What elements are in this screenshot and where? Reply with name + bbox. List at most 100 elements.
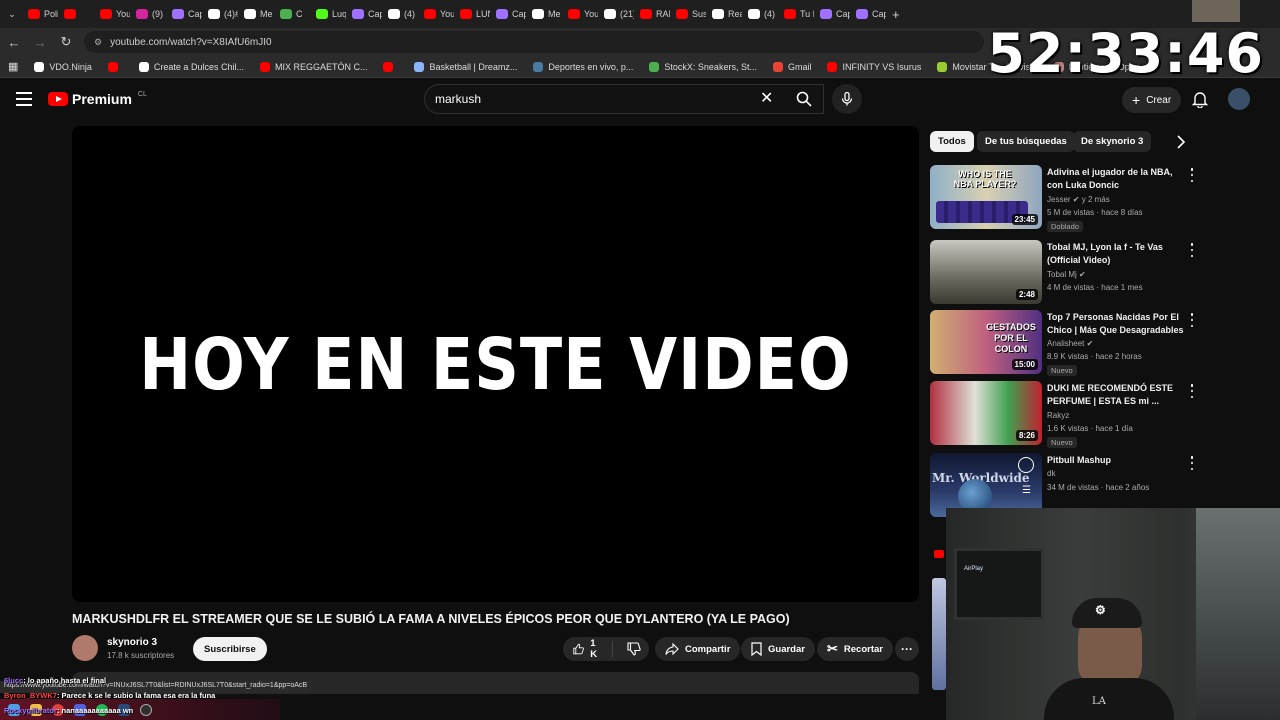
clear-search-icon[interactable]: ✕ xyxy=(760,88,773,108)
new-badge: Nuevo xyxy=(1047,437,1077,448)
more-options-icon[interactable] xyxy=(1188,313,1196,327)
browser-tab[interactable]: (9) I xyxy=(130,0,166,28)
watch-later-icon[interactable] xyxy=(1018,457,1034,473)
browser-tab[interactable]: C xyxy=(274,0,310,28)
bookmark-item[interactable] xyxy=(100,61,131,72)
site-info-icon[interactable]: ⚙ xyxy=(94,37,102,48)
youtube-premium-logo[interactable]: Premium CL xyxy=(48,91,147,107)
tab-favicon-icon xyxy=(676,9,688,19)
browser-tab[interactable]: Cap xyxy=(166,0,202,28)
notifications-bell-icon[interactable] xyxy=(1191,90,1209,113)
browser-tab[interactable]: LUN xyxy=(454,0,490,28)
channel-avatar[interactable] xyxy=(72,635,98,661)
create-button[interactable]: + Crear xyxy=(1122,87,1182,113)
more-options-icon[interactable] xyxy=(1188,168,1196,182)
recommendation-channel: Rakyz xyxy=(1047,411,1070,420)
hamburger-menu-icon[interactable] xyxy=(16,92,32,106)
forward-arrow-icon[interactable]: → xyxy=(28,30,52,54)
browser-tab[interactable]: (4) xyxy=(382,0,418,28)
browser-tab[interactable]: Sus xyxy=(670,0,706,28)
bookmark-item[interactable]: Gmail xyxy=(765,61,820,72)
browser-tab[interactable]: Cap xyxy=(346,0,382,28)
bookmark-item[interactable]: StockX: Sneakers, St... xyxy=(641,61,765,72)
thumbnail: 8:26 xyxy=(930,381,1042,445)
more-options-icon[interactable] xyxy=(1188,384,1196,398)
bookmark-item[interactable]: Deportes en vivo, p... xyxy=(525,61,641,72)
browser-tab[interactable] xyxy=(58,0,94,28)
browser-tab[interactable]: (4)# xyxy=(202,0,238,28)
new-tab-plus-icon[interactable]: + xyxy=(886,0,922,28)
search-button[interactable] xyxy=(786,84,822,114)
bookmark-favicon-icon xyxy=(827,61,838,72)
bookmark-item[interactable]: INFINITY VS Isurus xyxy=(819,61,929,72)
dislike-button[interactable] xyxy=(619,642,649,656)
browser-tab[interactable]: Cap xyxy=(490,0,526,28)
bookmark-label: StockX: Sneakers, St... xyxy=(664,61,757,72)
recommendation-item[interactable]: WHO IS THE NBA PLAYER? 23:45 Adivina el … xyxy=(930,165,1210,232)
recommendation-title: Top 7 Personas Nacidas Por El Chico | Má… xyxy=(1047,312,1184,335)
url-omnibox[interactable]: ⚙ youtube.com/watch?v=X8IAfU6mJI0 xyxy=(84,31,984,53)
browser-tab[interactable]: You xyxy=(94,0,130,28)
back-arrow-icon[interactable]: ← xyxy=(2,30,26,54)
save-button[interactable]: Guardar xyxy=(741,637,815,661)
tab-favicon-icon xyxy=(532,9,544,19)
thumbs-up-icon xyxy=(573,643,584,655)
shirt-text: LA xyxy=(1092,696,1106,707)
thumbnail: WHO IS THE NBA PLAYER? 23:45 xyxy=(930,165,1042,229)
recommendation-item[interactable]: 8:26 DUKI ME RECOMENDÓ ESTE PERFUME | ES… xyxy=(930,381,1210,448)
recommendation-channel: Tobal Mj ✔ xyxy=(1047,270,1086,279)
chip-from-searches[interactable]: De tus búsquedas xyxy=(977,131,1075,152)
share-button[interactable]: Compartir xyxy=(655,637,741,661)
tab-label: RAI xyxy=(656,9,670,19)
verified-icon: ✔ xyxy=(1072,195,1080,204)
tab-label: You xyxy=(584,9,598,19)
chips-next-chevron-icon[interactable] xyxy=(1176,135,1186,154)
browser-tab[interactable]: You xyxy=(418,0,454,28)
more-actions-button[interactable]: ··· xyxy=(895,637,919,661)
recommendation-channel: Jesser ✔ y 2 más xyxy=(1047,195,1110,204)
obs-icon[interactable] xyxy=(140,703,152,716)
like-button[interactable]: 1 K xyxy=(563,638,613,660)
channel-name[interactable]: skynorio 3 xyxy=(107,637,157,648)
bookmark-item[interactable] xyxy=(375,61,406,72)
browser-tab[interactable]: You xyxy=(562,0,598,28)
chip-all[interactable]: Todos xyxy=(930,131,974,152)
browser-tab[interactable]: Luq xyxy=(310,0,346,28)
bookmark-item[interactable]: Create a Dulces Chil... xyxy=(131,61,252,72)
browser-tab[interactable]: Me xyxy=(238,0,274,28)
save-label: Guardar xyxy=(768,643,805,655)
recommendation-title: Pitbull Mashup xyxy=(1047,455,1111,465)
browser-tab[interactable]: RAI xyxy=(634,0,670,28)
browser-tab[interactable]: Tu I xyxy=(778,0,814,28)
browser-tab[interactable]: (21) xyxy=(598,0,634,28)
apps-grid-icon[interactable]: ▦ xyxy=(0,60,26,73)
browser-tab[interactable]: Me xyxy=(526,0,562,28)
recommendation-item[interactable]: GESTADOS POR EL COLON 15:00 Top 7 Person… xyxy=(930,310,1210,376)
bookmark-favicon-icon xyxy=(383,61,394,72)
bookmark-item[interactable]: VDO.Ninja xyxy=(26,61,100,72)
user-avatar[interactable] xyxy=(1228,88,1250,110)
chip-from-channel[interactable]: De skynorio 3 xyxy=(1073,131,1152,152)
bookmark-item[interactable]: MIX REGGAETÓN C... xyxy=(252,61,376,72)
hidden-recommendation-strip xyxy=(930,548,946,720)
tab-search-chevron-icon[interactable]: ⌄ xyxy=(2,2,22,26)
browser-tab[interactable]: Cap xyxy=(814,0,850,28)
browser-tab[interactable]: (4) xyxy=(742,0,778,28)
browser-tab[interactable]: Rea xyxy=(706,0,742,28)
browser-tab[interactable]: Cap xyxy=(850,0,886,28)
tab-label: Poli xyxy=(44,9,58,19)
clip-button[interactable]: ✂ Recortar xyxy=(817,637,893,661)
more-options-icon[interactable] xyxy=(1188,243,1196,257)
recommendation-item[interactable]: 2:48 Tobal MJ, Lyon la f - Te Vas (Offic… xyxy=(930,240,1210,304)
video-player[interactable]: HOY EN ESTE VIDEO xyxy=(72,126,919,602)
browser-tab[interactable]: Poli xyxy=(22,0,58,28)
clip-label: Recortar xyxy=(843,643,883,655)
add-to-queue-icon[interactable]: ☰ xyxy=(1022,485,1031,496)
bookmark-favicon-icon xyxy=(259,61,270,72)
airplay-label: AirPlay xyxy=(964,566,984,572)
bookmark-item[interactable]: Basketball | Dreamz... xyxy=(406,61,525,72)
more-options-icon[interactable] xyxy=(1188,456,1196,470)
reload-icon[interactable]: ↻ xyxy=(54,30,78,54)
voice-search-button[interactable] xyxy=(832,84,862,114)
subscribe-button[interactable]: Suscribirse xyxy=(193,637,267,661)
